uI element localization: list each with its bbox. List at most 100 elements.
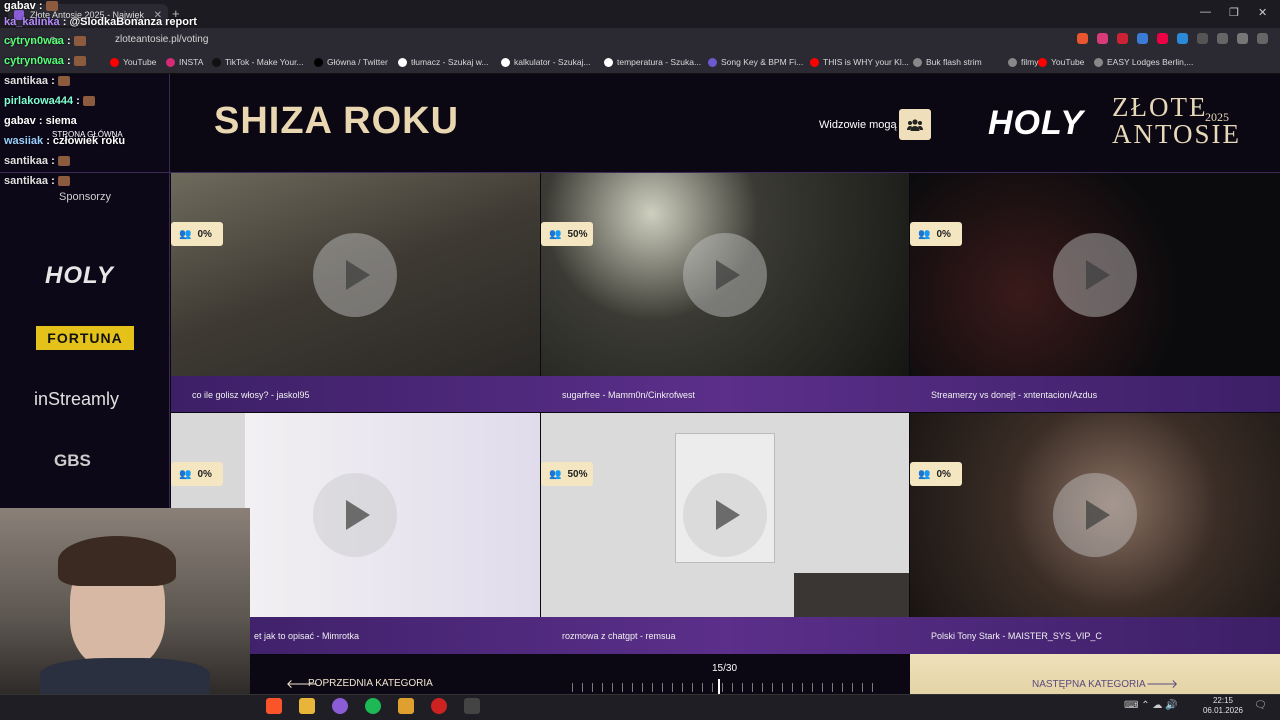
sponsor-gbs-logo[interactable]: GBS	[54, 451, 91, 471]
menu-icon[interactable]	[1257, 33, 1268, 44]
vote-percent-badge: 👥 0%	[171, 222, 223, 246]
sponsor-instreamly-logo[interactable]: inStreamly	[34, 389, 119, 410]
play-button[interactable]	[683, 233, 767, 317]
chat-separator: :	[35, 0, 46, 12]
chat-separator: :	[48, 75, 58, 87]
sponsors-label: Sponsorzy	[59, 191, 111, 203]
chat-text: @SlodkaBonanza report	[69, 16, 197, 28]
bookmark-label: THIS is WHY your Kl...	[823, 57, 909, 67]
users-icon: 👥	[918, 468, 931, 480]
chat-message: gabav :	[4, 0, 58, 12]
next-category-button[interactable]: NASTĘPNA KATEGORIA 🡒	[910, 654, 1280, 694]
webcam-inset	[794, 573, 909, 617]
sidebar-icon[interactable]	[1217, 33, 1228, 44]
chat-emote-icon	[45, 1, 58, 12]
bookmark-item[interactable]: THIS is WHY your Kl...	[810, 57, 909, 67]
bookmark-favicon-icon	[398, 57, 407, 67]
chat-emote-icon	[57, 176, 70, 187]
bookmark-item[interactable]: YouTube	[110, 57, 156, 67]
bookmark-item[interactable]: Buk flash strim	[913, 57, 982, 67]
app-icon[interactable]	[464, 698, 480, 714]
brave-browser-icon[interactable]	[266, 698, 282, 714]
vote-percent: 0%	[936, 468, 951, 480]
category-progress-ticks	[572, 683, 880, 692]
webcam-shirt	[40, 658, 210, 694]
bookmark-item[interactable]: INSTA	[166, 57, 203, 67]
vote-percent: 0%	[197, 228, 212, 240]
card-caption: et jak to opisać - Mimrotka	[254, 631, 360, 641]
bookmark-item[interactable]: temperatura - Szuka...	[604, 57, 701, 67]
chat-username: ka_kalinka	[4, 16, 60, 28]
previous-category-button[interactable]: 🡐 POPRZEDNIA KATEGORIA	[250, 672, 540, 694]
minimize-icon[interactable]: —	[1200, 6, 1211, 18]
file-explorer-icon[interactable]	[299, 698, 315, 714]
obs-icon[interactable]	[431, 698, 447, 714]
play-button[interactable]	[683, 473, 767, 557]
arrow-right-icon: 🡒	[1146, 677, 1179, 691]
vote-percent-badge: 👥 0%	[171, 462, 223, 486]
sponsor-fortuna-logo[interactable]: FORTUNA	[36, 326, 134, 350]
sponsor-holy-logo[interactable]: HOLY	[45, 262, 114, 290]
brand-holy-logo: HOLY	[988, 104, 1084, 142]
close-window-icon[interactable]: ✕	[1258, 6, 1267, 19]
card-caption: co ile golisz włosy? - jaskol95	[192, 390, 310, 400]
notifications-icon[interactable]: 🗨	[1254, 700, 1267, 711]
chat-message: santikaa :	[4, 175, 70, 187]
play-button[interactable]	[313, 473, 397, 557]
chat-separator: :	[48, 175, 58, 187]
spotify-icon[interactable]	[365, 698, 381, 714]
extension-icon[interactable]	[1177, 33, 1188, 44]
viewers-vote-button[interactable]	[899, 109, 931, 140]
chat-message: gabav : siema	[4, 115, 77, 127]
bookmark-item[interactable]: YouTube	[1038, 57, 1084, 67]
bookmark-favicon-icon	[913, 57, 922, 67]
users-icon: 👥	[179, 468, 192, 480]
bookmark-item[interactable]: filmy	[1008, 57, 1038, 67]
puzzle-icon[interactable]	[1197, 33, 1208, 44]
bookmark-label: filmy	[1021, 57, 1039, 67]
messenger-icon[interactable]	[332, 698, 348, 714]
url-field[interactable]: zloteantosie.pl/voting	[115, 34, 208, 45]
bookmark-favicon-icon	[1008, 57, 1017, 67]
bookmark-item[interactable]: tłumacz - Szukaj w...	[398, 57, 488, 67]
bookmark-favicon-icon	[166, 57, 175, 67]
shield-icon[interactable]	[1077, 33, 1088, 44]
maximize-icon[interactable]: ❐	[1229, 6, 1239, 19]
bookmark-item[interactable]: TikTok - Make Your...	[212, 57, 304, 67]
play-button[interactable]	[313, 233, 397, 317]
taskbar-clock[interactable]: 22:15 06.01.2026	[1200, 696, 1246, 716]
extension-icon[interactable]	[1157, 33, 1168, 44]
chat-username: santikaa	[4, 75, 49, 87]
bookmark-label: YouTube	[1051, 57, 1085, 67]
chat-text: człowiek roku	[52, 135, 126, 147]
bookmark-favicon-icon	[212, 57, 221, 67]
bookmark-item[interactable]: kalkulator - Szukaj...	[501, 57, 591, 67]
bookmark-favicon-icon	[1094, 57, 1103, 67]
chat-separator: :	[63, 55, 74, 67]
bookmark-label: tłumacz - Szukaj w...	[411, 57, 489, 67]
bookmark-item[interactable]: Song Key & BPM Fi...	[708, 57, 803, 67]
extension-icon[interactable]	[1097, 33, 1108, 44]
play-button[interactable]	[1053, 473, 1137, 557]
wallet-icon[interactable]	[1237, 33, 1248, 44]
vote-percent-badge: 👥 50%	[541, 222, 593, 246]
chat-message: cytryn0waa :	[4, 35, 86, 47]
card-caption: Polski Tony Stark - MAISTER_SYS_VIP_C	[931, 631, 1102, 641]
extensions-toolbar	[1077, 33, 1268, 44]
bookmark-favicon-icon	[110, 57, 119, 67]
system-tray-icons[interactable]: ⌨ ⌃ ☁ 🔊	[1124, 700, 1178, 711]
previous-category-label: POPRZEDNIA KATEGORIA	[308, 678, 433, 689]
bookmark-item[interactable]: Główna / Twitter	[314, 57, 388, 67]
extension-icon[interactable]	[1137, 33, 1148, 44]
extension-icon[interactable]	[1117, 33, 1128, 44]
media-player-icon[interactable]	[398, 698, 414, 714]
card-caption: sugarfree - Mamm0n/Cinkrofwest	[562, 390, 696, 400]
chat-separator: :	[35, 115, 46, 127]
bookmark-label: INSTA	[179, 57, 204, 67]
play-button[interactable]	[1053, 233, 1137, 317]
bookmark-item[interactable]: EASY Lodges Berlin,...	[1094, 57, 1193, 67]
chat-message: ka_kalinka : @SlodkaBonanza report	[4, 16, 197, 28]
bookmark-label: Główna / Twitter	[327, 57, 388, 67]
chat-username: santikaa	[4, 175, 49, 187]
brand-line-2: ANTOSIE	[1112, 119, 1242, 149]
